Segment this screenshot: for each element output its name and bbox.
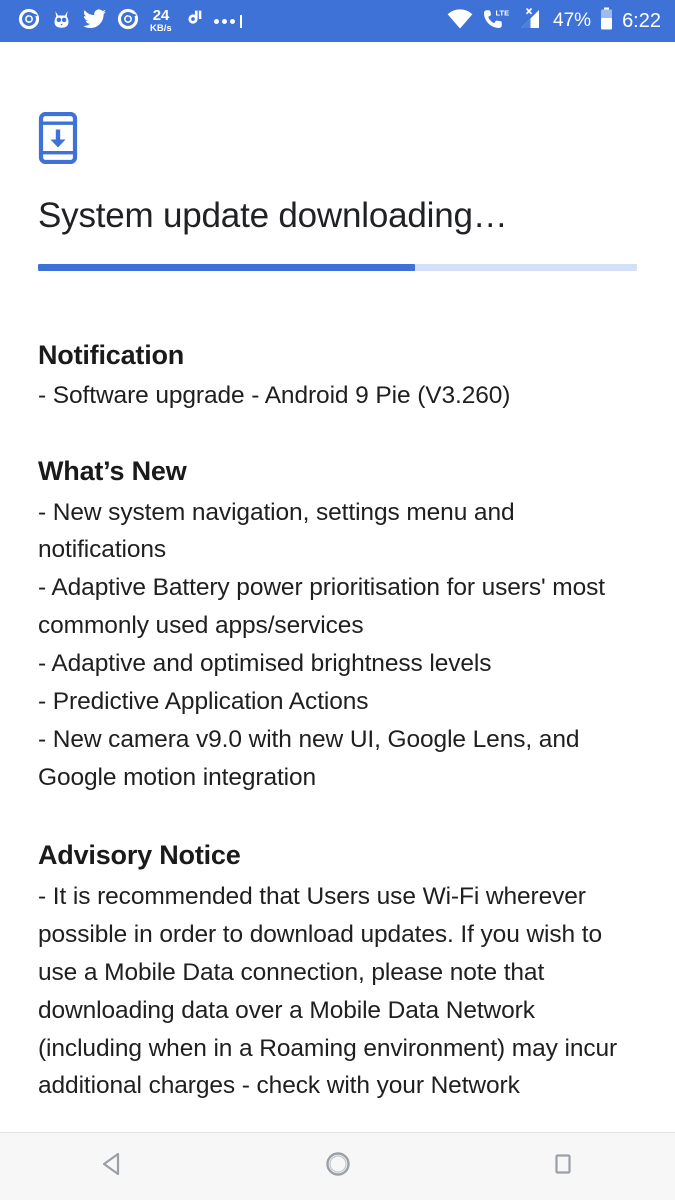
download-progress-bar — [38, 264, 637, 271]
signal-bars-icon — [518, 8, 544, 35]
section-body-advisory: - It is recommended that Users use Wi-Fi… — [38, 878, 637, 1106]
home-circle-icon — [322, 1148, 354, 1185]
chrome-icon — [18, 8, 40, 35]
section-notification: Notification - Software upgrade - Androi… — [38, 339, 637, 415]
owl-app-icon — [51, 8, 72, 35]
status-bar-notification-icons: 24 KB/s — [18, 8, 242, 35]
section-whats-new: What’s New - New system navigation, sett… — [38, 455, 637, 797]
network-speed-indicator: 24 KB/s — [150, 8, 172, 34]
network-speed-unit: KB/s — [150, 24, 172, 34]
battery-percent-label: 47% — [553, 10, 591, 32]
section-body-whats-new: - New system navigation, settings menu a… — [38, 494, 637, 798]
page-title: System update downloading… — [38, 198, 637, 235]
section-heading-whats-new: What’s New — [38, 455, 637, 487]
battery-icon — [600, 7, 613, 35]
section-heading-advisory: Advisory Notice — [38, 839, 637, 871]
svg-text:LTE: LTE — [496, 8, 510, 17]
status-bar-system-icons: LTE 47% 6:22 — [447, 7, 661, 35]
back-triangle-icon — [98, 1149, 128, 1184]
music-app-icon — [183, 8, 203, 35]
home-button[interactable] — [278, 1133, 398, 1201]
android-navigation-bar — [0, 1132, 675, 1200]
download-progress-fill — [38, 264, 415, 271]
lte-call-icon: LTE — [482, 8, 509, 35]
chrome-icon-2 — [117, 8, 139, 35]
clock: 6:22 — [622, 10, 661, 33]
twitter-icon — [83, 9, 106, 34]
more-notifications-icon — [214, 15, 242, 28]
recents-square-icon — [549, 1150, 577, 1183]
back-button[interactable] — [53, 1133, 173, 1201]
status-bar[interactable]: 24 KB/s LTE — [0, 0, 675, 42]
update-content-area: System update downloading… Notification … — [0, 42, 675, 1132]
recents-button[interactable] — [503, 1133, 623, 1201]
section-body-notification: - Software upgrade - Android 9 Pie (V3.2… — [38, 377, 637, 415]
section-advisory-notice: Advisory Notice - It is recommended that… — [38, 839, 637, 1105]
wifi-icon — [447, 9, 473, 34]
network-speed-value: 24 — [153, 8, 169, 23]
section-heading-notification: Notification — [38, 339, 637, 371]
system-update-download-icon — [38, 112, 78, 164]
